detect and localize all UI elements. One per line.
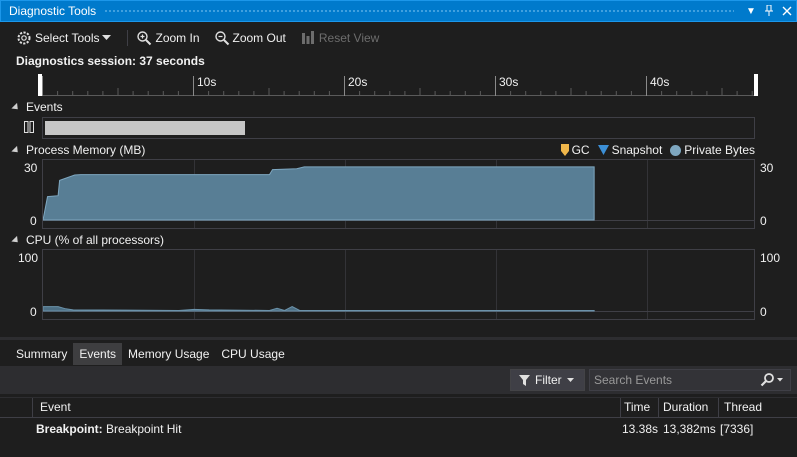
events-track[interactable] [42,117,755,139]
memory-chart[interactable] [42,159,755,229]
event-cell: Breakpoint: Breakpoint Hit [36,422,181,436]
toolbar-separator [127,30,129,46]
zoom-out-button[interactable]: Zoom Out [214,30,286,46]
gear-icon [16,30,32,46]
ruler-tick-label: 30s [499,75,518,89]
cpu-chart-plot [42,250,754,319]
tab-cpu-usage[interactable]: CPU Usage [215,343,290,365]
cpu-y-min-right: 0 [760,305,767,319]
search-input[interactable] [594,372,754,388]
toolbar: Select Tools Zoom In Zoom Out Reset View [0,26,797,50]
private-bytes-dot-icon [670,144,682,156]
zoom-in-icon [136,30,152,46]
column-divider[interactable] [658,398,659,418]
column-header-thread[interactable]: Thread [724,400,762,414]
legend-snapshot-label: Snapshot [611,143,663,157]
collapse-triangle-icon[interactable] [11,235,21,245]
memory-y-max-left: 30 [24,161,38,175]
legend-private-bytes-label: Private Bytes [684,143,755,157]
events-section-label: Events [26,100,63,114]
select-tools-label: Select Tools [35,31,100,45]
cpu-y-max-left: 100 [18,251,39,265]
ruler-tick-label: 40s [650,75,669,89]
ruler-tick-label: 20s [348,75,367,89]
snapshot-marker-icon [597,145,609,155]
memory-chart-plot [42,160,754,228]
tab-events[interactable]: Events [73,343,123,365]
reset-view-icon [300,30,316,46]
chevron-down-icon [102,35,112,41]
gc-marker-icon [560,144,569,156]
zoom-out-label: Zoom Out [232,31,286,45]
search-icon[interactable] [760,373,784,387]
reset-view-label: Reset View [318,31,380,45]
column-divider[interactable] [620,398,621,418]
select-tools-button[interactable]: Select Tools [16,30,112,46]
window-title: Diagnostic Tools [9,4,97,18]
memory-legend: GC Snapshot Private Bytes [560,143,755,157]
table-row[interactable]: Breakpoint: Breakpoint Hit 13.38s 13,382… [0,420,797,440]
tab-memory-usage[interactable]: Memory Usage [122,343,215,365]
reset-view-button[interactable]: Reset View [300,30,379,46]
funnel-icon [519,374,530,386]
memory-section-header[interactable]: Process Memory (MB) [11,143,146,157]
tool-window-titlebar: Diagnostic Tools ▼ [0,0,797,22]
timeline-ruler[interactable]: 10s 20s 30s 40s [38,74,758,96]
zoom-out-icon [214,30,230,46]
close-icon[interactable] [778,2,796,20]
cpu-usage-area [42,306,595,312]
search-box[interactable] [589,369,791,391]
legend-gc: GC [560,143,590,157]
filter-label: Filter [535,373,562,387]
cpu-chart[interactable] [42,249,755,320]
chevron-down-icon [566,377,574,382]
cpu-y-min-left: 0 [30,305,37,319]
break-event-bar[interactable] [45,121,245,135]
events-section-header[interactable]: Events [11,100,63,114]
timeline-end-handle[interactable] [754,74,758,96]
memory-y-max-right: 30 [760,161,774,175]
legend-snapshot: Snapshot [597,143,663,157]
zoom-in-button[interactable]: Zoom In [136,30,200,46]
private-bytes-area [42,166,595,221]
filter-bar: Filter [0,366,797,394]
legend-private-bytes: Private Bytes [670,143,755,157]
column-header-duration[interactable]: Duration [663,400,708,414]
legend-gc-label: GC [571,143,590,157]
collapse-triangle-icon[interactable] [11,102,21,112]
events-grid-header: Event Time Duration Thread [0,397,797,418]
column-divider[interactable] [718,398,719,418]
event-type: Breakpoint: [36,422,103,436]
memory-section-label: Process Memory (MB) [26,143,146,157]
memory-y-min-right: 0 [760,214,767,228]
tab-summary[interactable]: Summary [10,343,73,365]
event-description: Breakpoint Hit [106,422,182,436]
column-header-time[interactable]: Time [624,400,650,414]
titlebar-grip[interactable] [104,8,734,14]
filter-button[interactable]: Filter [510,369,585,391]
ruler-tick-label: 10s [197,75,216,89]
thread-cell: [7336] [720,422,754,436]
column-header-event[interactable]: Event [40,400,71,414]
time-cell: 13.38s [622,422,659,436]
zoom-in-label: Zoom In [155,31,200,45]
splitter[interactable] [0,337,797,340]
column-divider[interactable] [32,398,33,418]
pin-icon[interactable] [760,2,778,20]
cpu-section-label: CPU (% of all processors) [26,233,165,247]
memory-y-min-left: 0 [30,214,37,228]
window-position-dropdown-icon[interactable]: ▼ [742,2,760,20]
cpu-y-max-right: 100 [760,251,781,265]
timeline-ruler-scale: 10s 20s 30s 40s [40,75,758,96]
cpu-section-header[interactable]: CPU (% of all processors) [11,233,165,247]
details-tabs: Summary Events Memory Usage CPU Usage [0,342,797,366]
collapse-triangle-icon[interactable] [11,145,21,155]
session-duration: Diagnostics session: 37 seconds [16,54,205,68]
duration-cell: 13,382ms [663,422,716,436]
pause-icon[interactable] [24,121,34,133]
timeline-start-handle[interactable] [38,74,42,96]
